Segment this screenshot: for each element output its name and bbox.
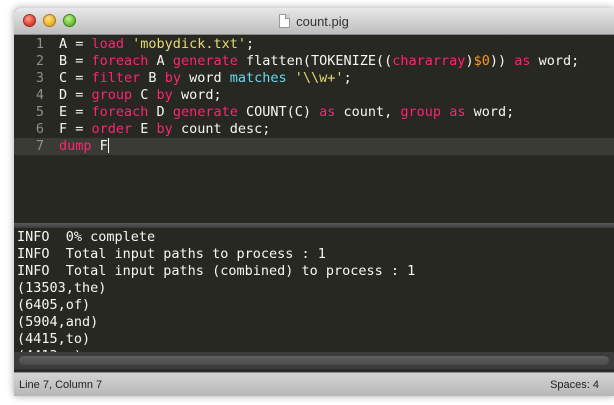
code-token: foreach: [91, 53, 149, 69]
status-bar: Line 7, Column 7 Spaces: 4: [14, 372, 614, 396]
title-group: count.pig: [14, 8, 614, 34]
code-token: filter: [91, 70, 141, 86]
console-line: (6405,of): [17, 297, 91, 313]
code-token: D =: [59, 87, 92, 103]
code-token: ): [465, 53, 474, 69]
code-token: matches: [229, 70, 287, 86]
code-token: A: [148, 53, 173, 69]
code-token: B =: [59, 53, 92, 69]
code-token: ;: [245, 36, 255, 52]
code-token: word;: [465, 104, 515, 120]
cursor-position: Line 7, Column 7: [19, 379, 103, 391]
code-token: $0: [473, 53, 490, 69]
code-editor[interactable]: 1 A = load 'mobydick.txt'; 2 B = foreach A …: [14, 35, 614, 223]
code-token: E =: [59, 104, 92, 120]
text-cursor: [107, 138, 109, 153]
code-token: F: [91, 138, 108, 154]
code-token: by: [156, 87, 173, 103]
code-token: word: [180, 70, 230, 86]
code-token: word;: [530, 53, 580, 69]
console-line: INFO 0% complete: [17, 229, 156, 245]
code-token: load: [91, 36, 125, 52]
code-token: flatten(TOKENIZE((: [237, 53, 393, 69]
code-token: count,: [335, 104, 401, 120]
line-number: 1: [35, 36, 44, 52]
code-line[interactable]: 1 A = load 'mobydick.txt';: [14, 36, 614, 53]
code-token: 'mobydick.txt': [132, 36, 246, 52]
code-text[interactable]: dump F: [59, 138, 109, 155]
console-line: (13503,the): [17, 280, 107, 296]
line-number: 2: [35, 53, 44, 69]
console-line: (5904,and): [17, 314, 99, 330]
line-number: 5: [35, 104, 44, 120]
code-line[interactable]: 4 D = group C by word;: [14, 87, 614, 104]
document-icon: [279, 14, 291, 28]
code-text[interactable]: F = order E by count desc;: [59, 121, 270, 138]
line-number: 7: [35, 138, 44, 154]
editor-window: count.pig 1 A = load 'mobydick.txt'; 2 B = …: [14, 8, 614, 396]
code-line[interactable]: 2 B = foreach A generate flatten(TOKENIZE…: [14, 53, 614, 70]
code-token: C: [132, 87, 157, 103]
code-token: )): [489, 53, 515, 69]
code-token: ;: [343, 70, 352, 86]
code-token: group: [91, 87, 133, 103]
line-number: 6: [35, 121, 44, 137]
code-line[interactable]: 3 C = filter B by word matches '\\w+';: [14, 70, 614, 87]
code-token: count desc;: [172, 121, 271, 137]
line-number: 3: [35, 70, 44, 86]
indentation-setting[interactable]: Spaces: 4: [550, 373, 599, 396]
code-token: as: [449, 104, 466, 120]
code-token: by: [164, 70, 181, 86]
code-token: D: [148, 104, 173, 120]
console-line: INFO Total input paths to process : 1: [17, 246, 326, 262]
code-text[interactable]: E = foreach D generate COUNT(C) as count…: [59, 104, 514, 121]
code-token: F =: [59, 121, 92, 137]
code-text[interactable]: D = group C by word;: [59, 87, 222, 104]
code-text[interactable]: C = filter B by word matches '\\w+';: [59, 70, 352, 87]
code-line[interactable]: 7 dump F: [14, 138, 614, 155]
code-token: generate: [172, 53, 238, 69]
code-token: as: [514, 53, 531, 69]
code-text[interactable]: B = foreach A generate flatten(TOKENIZE(…: [59, 53, 579, 70]
code-token: C =: [59, 70, 92, 86]
code-line[interactable]: 5 E = foreach D generate COUNT(C) as coun…: [14, 104, 614, 121]
code-line[interactable]: 6 F = order E by count desc;: [14, 121, 614, 138]
code-token: A =: [59, 36, 92, 52]
code-token: COUNT(C): [237, 104, 320, 120]
console-line: INFO Total input paths (combined) to pro…: [17, 263, 416, 279]
code-text[interactable]: A = load 'mobydick.txt';: [59, 36, 254, 53]
scrollbar-thumb[interactable]: [19, 356, 609, 365]
title-bar[interactable]: count.pig: [14, 8, 614, 35]
code-token: group: [400, 104, 442, 120]
code-token: order: [91, 121, 133, 137]
code-token: E: [132, 121, 157, 137]
code-token: word;: [172, 87, 222, 103]
code-token: B: [140, 70, 165, 86]
code-token: generate: [172, 104, 238, 120]
code-token: dump: [59, 138, 92, 154]
line-number: 4: [35, 87, 44, 103]
code-token: as: [319, 104, 336, 120]
code-token: foreach: [91, 104, 149, 120]
code-token: by: [156, 121, 173, 137]
code-token: '\\w+': [294, 70, 344, 86]
horizontal-scrollbar[interactable]: [14, 352, 614, 369]
code-token: chararray: [392, 53, 466, 69]
console-line: (4415,to): [17, 331, 91, 347]
output-console[interactable]: INFO 0% complete INFO Total input paths t…: [14, 228, 614, 352]
window-title: count.pig: [296, 13, 349, 29]
